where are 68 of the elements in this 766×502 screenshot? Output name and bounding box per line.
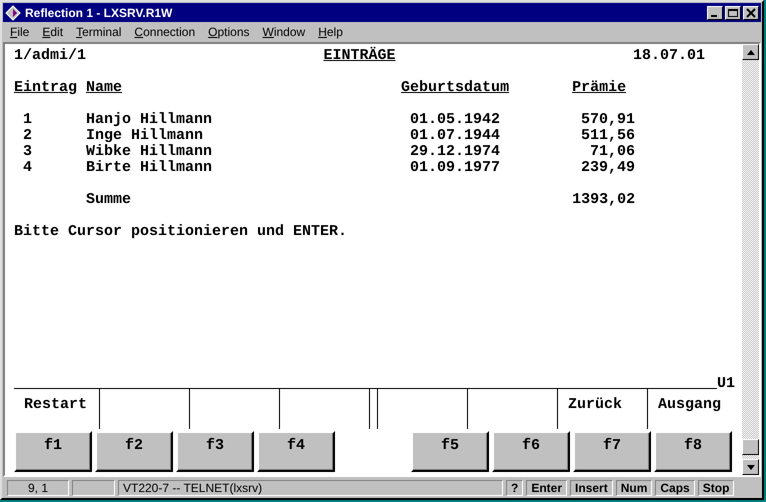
minimize-button[interactable] xyxy=(707,6,723,20)
prompt-message: Bitte Cursor positionieren und ENTER. xyxy=(14,224,348,240)
minimize-icon xyxy=(710,14,716,16)
scroll-up-button[interactable] xyxy=(742,44,759,60)
column-header: Eintrag xyxy=(14,80,78,96)
scrollbar[interactable] xyxy=(742,44,759,475)
menu-item[interactable]: Connection xyxy=(134,25,196,39)
scroll-down-button[interactable] xyxy=(742,459,759,475)
function-key-button[interactable]: f3 xyxy=(176,431,254,472)
table-cell-text: 570,91 xyxy=(580,112,636,128)
function-key-button[interactable]: f5 xyxy=(411,431,489,472)
status-indicator: Stop xyxy=(698,480,734,496)
table-cell-text: 29.12.1974 xyxy=(409,144,502,160)
scroll-thumb[interactable] xyxy=(742,439,759,455)
sum-label: Summe xyxy=(86,192,132,208)
up-arrow-icon xyxy=(746,50,754,54)
down-arrow-icon xyxy=(746,464,754,470)
table-cell-text: 01.05.1942 xyxy=(409,112,502,128)
function-key-button[interactable]: f8 xyxy=(654,431,732,472)
column-header: Prämie xyxy=(572,80,628,96)
maximize-icon xyxy=(727,8,739,18)
function-key-button[interactable]: f6 xyxy=(492,431,570,472)
diamond-icon xyxy=(5,4,21,20)
status-indicator: Enter xyxy=(526,480,568,496)
menu-item[interactable]: Edit xyxy=(42,25,64,39)
table-cell-text: Wibke Hillmann xyxy=(86,144,214,160)
status-indicator: Caps xyxy=(655,480,695,496)
menu-item[interactable]: File xyxy=(10,25,30,39)
table-cell-text: 3 xyxy=(22,144,34,160)
close-button[interactable] xyxy=(743,6,759,20)
function-key-button[interactable]: f7 xyxy=(573,431,651,472)
screen-date: 18.07.01 xyxy=(632,48,705,64)
table-cell-text: 4 xyxy=(22,160,34,176)
function-key-button[interactable]: f4 xyxy=(257,431,335,472)
menu-item[interactable]: Terminal xyxy=(76,25,122,39)
table-cell-text: 511,56 xyxy=(580,128,636,144)
menu-item[interactable]: Window xyxy=(262,25,306,39)
status-panel xyxy=(72,480,115,496)
function-key-button[interactable]: f1 xyxy=(14,431,92,472)
table-cell-text: 2 xyxy=(22,128,34,144)
maximize-button[interactable] xyxy=(725,6,741,20)
screen-title: EINTRÄGE xyxy=(323,48,396,64)
page-id: U1 xyxy=(717,377,736,391)
softkey-label: Restart xyxy=(24,396,88,413)
status-indicator: Num xyxy=(616,480,652,496)
softkey-label: Zurück xyxy=(568,396,622,413)
table-cell-text: Birte Hillmann xyxy=(86,160,214,176)
function-key-button[interactable]: f2 xyxy=(95,431,173,472)
connection-status: VT220-7 -- TELNET(lxsrv) xyxy=(118,480,503,496)
table-cell-text: Hanjo Hillmann xyxy=(86,112,214,128)
window-title: Reflection 1 - LXSRV.R1W xyxy=(25,6,174,20)
column-header: Geburtsdatum xyxy=(401,80,510,96)
status-indicator: ? xyxy=(506,480,524,496)
close-icon xyxy=(745,8,757,18)
table-cell-text: Inge Hillmann xyxy=(86,128,204,144)
column-header: Name xyxy=(86,80,124,96)
table-cell-text: 1 xyxy=(22,112,34,128)
softkey-label: Ausgang xyxy=(658,396,722,413)
table-cell-text: 71,06 xyxy=(589,144,636,160)
table-cell-text: 239,49 xyxy=(580,160,636,176)
screen-path: 1/admi/1 xyxy=(14,48,88,64)
menu-item[interactable]: Help xyxy=(318,25,343,39)
table-cell-text: 01.09.1977 xyxy=(409,160,502,176)
menu-item[interactable]: Options xyxy=(208,25,250,39)
cursor-position: 9, 1 xyxy=(7,480,69,496)
table-cell-text: 01.07.1944 xyxy=(409,128,502,144)
status-indicator: Insert xyxy=(570,480,613,496)
sum-value: 1393,02 xyxy=(572,192,636,208)
